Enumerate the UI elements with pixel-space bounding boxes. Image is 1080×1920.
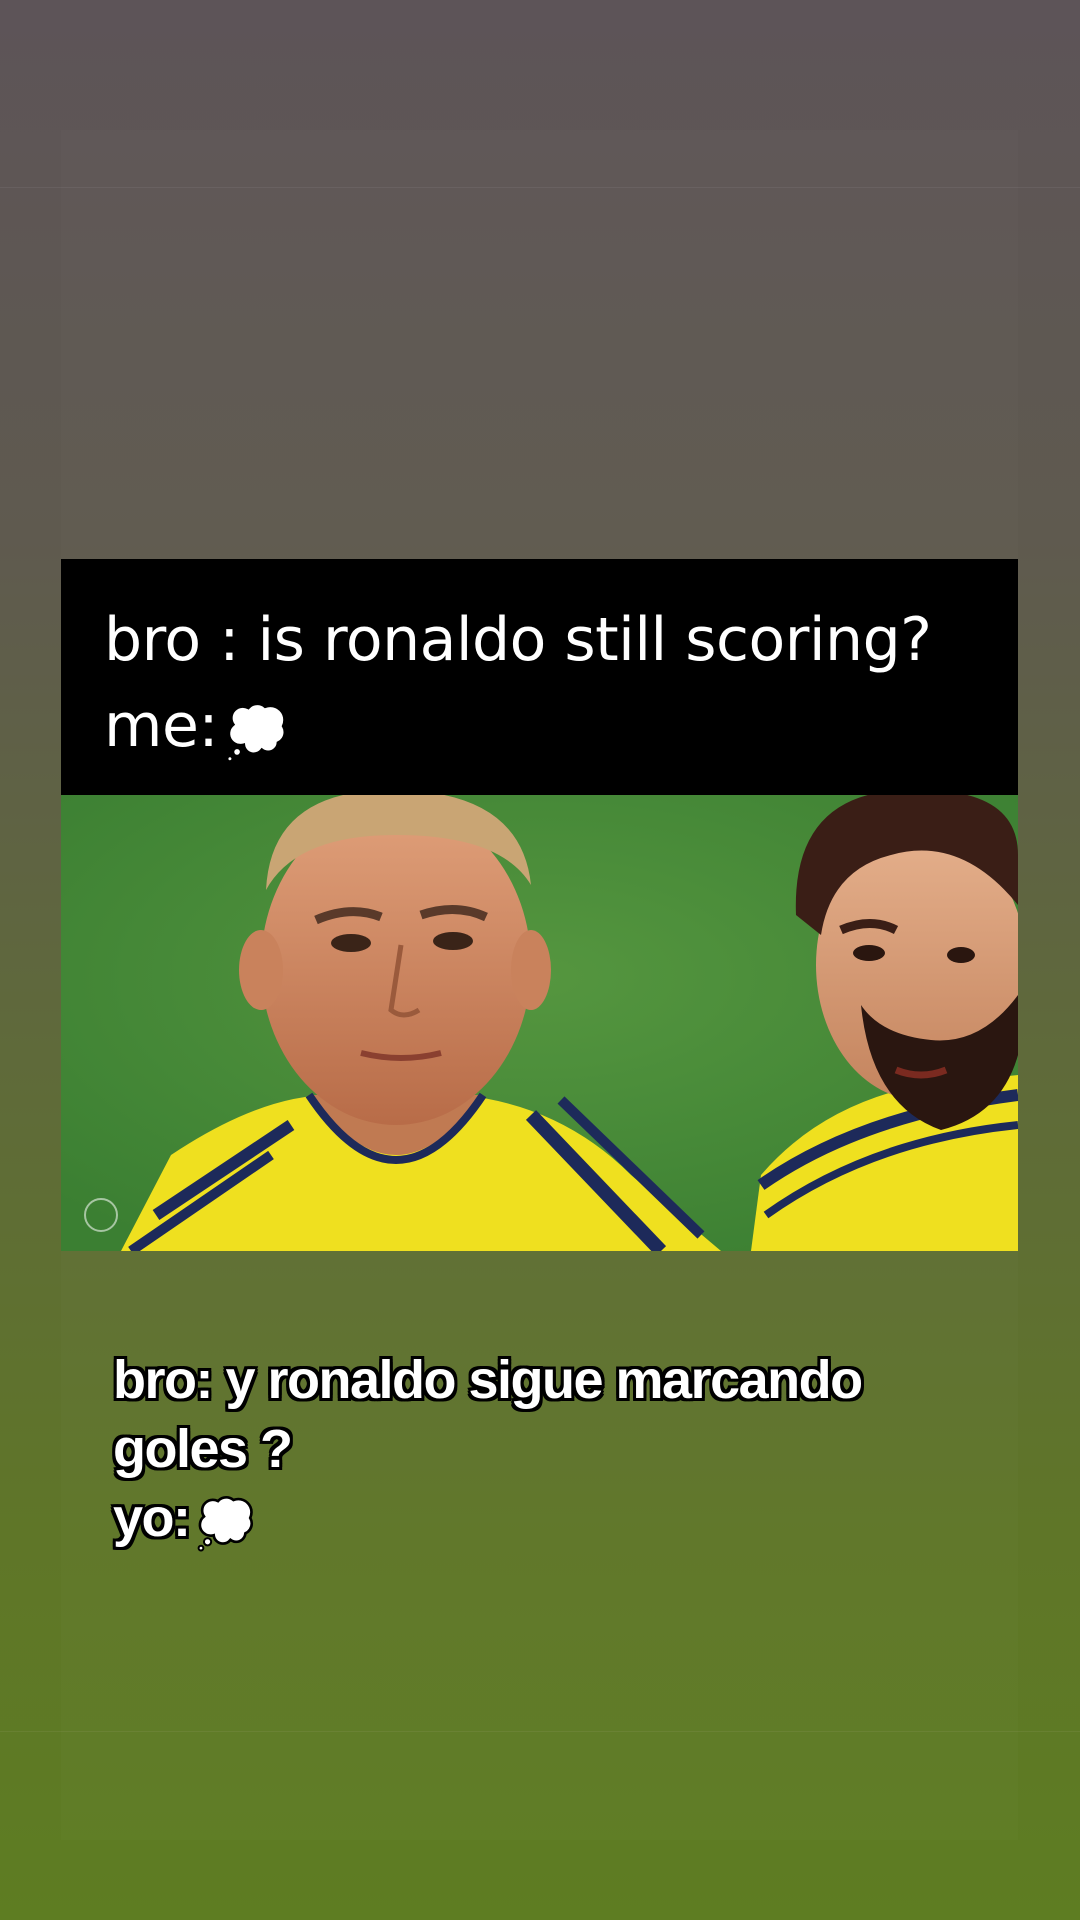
photo-illustration	[61, 795, 1018, 1251]
subtitle-line-3: yo: 💭	[113, 1488, 256, 1551]
caption-line-2: me: 💭	[104, 696, 289, 763]
thought-balloon-icon: 💭	[195, 1498, 256, 1551]
subtitle-line-1: bro: y ronaldo sigue marcando	[113, 1350, 863, 1410]
match-photo	[61, 795, 1018, 1251]
subtitle-line-2: goles ?	[113, 1419, 293, 1479]
caption-line-1: bro : is ronaldo still scoring?	[104, 605, 932, 675]
meme-card: bro : is ronaldo still scoring? me: 💭 br…	[61, 559, 1018, 1549]
thought-balloon-icon: 💭	[224, 703, 289, 763]
subtitle-line-3-label: yo:	[113, 1488, 191, 1548]
caption-bar: bro : is ronaldo still scoring? me: 💭	[61, 559, 1018, 795]
caption-line-2-label: me:	[104, 691, 219, 761]
